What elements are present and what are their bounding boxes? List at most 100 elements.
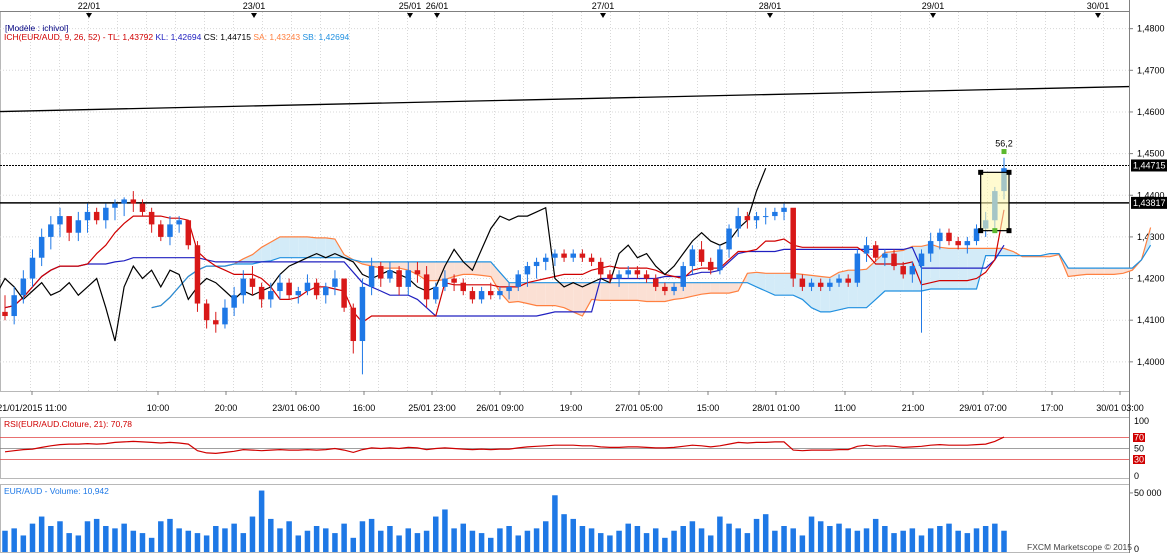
- rsi-line: [4, 436, 1005, 455]
- chart-window: 1,4800 1,4700 1,4600 1,4500 1,4400 1,4300 1,42…: [0, 0, 1170, 554]
- volume-bar: [982, 526, 989, 552]
- candle-body: [130, 199, 137, 204]
- cloud-segment: [1086, 268, 1096, 275]
- candle-body: [268, 291, 274, 300]
- x-time-label: 30/01 03:00: [1096, 403, 1144, 413]
- candle-body: [103, 207, 109, 221]
- candle-body: [698, 249, 705, 262]
- volume-bar: [93, 518, 100, 552]
- x-time-label: 29/01 07:00: [959, 403, 1007, 413]
- top-date-label: 22/01: [78, 1, 101, 11]
- candle-body: [2, 311, 8, 317]
- volume-bar: [937, 526, 943, 552]
- volume-bar: [607, 535, 613, 552]
- candle-body: [872, 245, 879, 258]
- top-date-label: 27/01: [592, 1, 615, 11]
- candle-body: [295, 291, 302, 296]
- cloud-segment: [527, 282, 537, 306]
- candle-body: [808, 282, 815, 287]
- candle-body: [781, 207, 787, 212]
- volume-bar: [689, 521, 696, 552]
- candle-body: [359, 286, 366, 342]
- candle-body: [194, 245, 201, 304]
- candle-body: [717, 249, 723, 271]
- candle-body: [48, 224, 54, 237]
- volume-bar: [799, 535, 806, 552]
- cloud-segment: [756, 272, 766, 292]
- candle-body: [616, 274, 622, 279]
- candle-body: [304, 282, 311, 292]
- cloud-segment: [811, 275, 821, 312]
- candle-body: [689, 249, 696, 267]
- volume-bar: [176, 528, 182, 552]
- cloud-segment: [710, 282, 720, 294]
- candle-body: [625, 270, 631, 275]
- volume-bar: [552, 495, 558, 552]
- volume-tick-label: 0: [1134, 544, 1139, 553]
- candle-body: [423, 274, 430, 300]
- candle-body: [57, 216, 63, 225]
- volume-bar: [469, 530, 476, 552]
- y-tick-label: 1,4200: [1137, 274, 1165, 284]
- ichimoku-legend: ICH(EUR/AUD, 9, 26, 52) - TL: 1,43792 KL…: [4, 32, 349, 42]
- candle-body: [707, 261, 714, 271]
- candle-body: [662, 286, 668, 292]
- volume-bar: [698, 528, 705, 552]
- candle-body: [11, 295, 17, 317]
- rsi-panel-frame: [0, 417, 1130, 479]
- volume-bar: [891, 533, 897, 552]
- y-tick-label: 1,4500: [1137, 149, 1165, 159]
- volume-bar: [359, 521, 366, 552]
- volume-bar: [836, 523, 842, 552]
- candle-body: [286, 282, 292, 296]
- candle-body: [121, 199, 127, 204]
- price-panel-frame: [0, 11, 1130, 392]
- volume-bar: [946, 523, 952, 552]
- price-tag: 1,43817: [1131, 196, 1167, 209]
- candle-body: [93, 211, 100, 221]
- volume-bar: [955, 530, 961, 552]
- top-date-marker: [600, 13, 606, 18]
- trend-line: [0, 85, 1130, 113]
- volume-bar: [158, 521, 164, 552]
- volume-bar: [497, 528, 503, 552]
- rsi-tick-label: 100: [1134, 416, 1149, 426]
- candle-body: [918, 253, 925, 267]
- cloud-segment: [554, 282, 565, 308]
- cloud-segment: [545, 282, 555, 306]
- volume-bar: [808, 516, 815, 552]
- y-tick-label: 1,4000: [1137, 357, 1165, 367]
- volume-bar: [533, 528, 540, 552]
- volume-bar: [524, 530, 531, 552]
- volume-bar: [561, 514, 567, 552]
- top-date-marker: [767, 13, 773, 18]
- cloud-segment: [609, 282, 620, 301]
- candle-body: [341, 278, 347, 308]
- volume-bar: [909, 528, 916, 552]
- cloud-segment: [564, 282, 574, 312]
- candle-body: [451, 278, 457, 283]
- cloud-segment: [1095, 268, 1105, 275]
- cloud-segment: [279, 236, 290, 258]
- candle-body: [497, 291, 503, 296]
- top-date-label: 28/01: [759, 1, 782, 11]
- candle-body: [460, 282, 467, 292]
- x-time-label: 19:00: [560, 403, 583, 413]
- volume-bar: [121, 523, 127, 552]
- volume-bar: [625, 523, 631, 552]
- volume-bar: [368, 518, 375, 552]
- candle-body: [478, 291, 485, 300]
- volume-bar: [588, 528, 595, 552]
- volume-bar: [863, 528, 870, 552]
- volume-bar: [845, 528, 851, 552]
- volume-bar: [634, 526, 641, 552]
- volume-bar: [579, 526, 586, 552]
- volume-bar: [295, 535, 302, 552]
- candle-body: [570, 253, 576, 258]
- candles: [2, 157, 1007, 375]
- candle-body: [442, 278, 448, 287]
- cloud-segment: [582, 282, 592, 317]
- volume-bar: [964, 533, 971, 552]
- marker-green: [1001, 149, 1007, 155]
- top-date-marker: [86, 13, 92, 18]
